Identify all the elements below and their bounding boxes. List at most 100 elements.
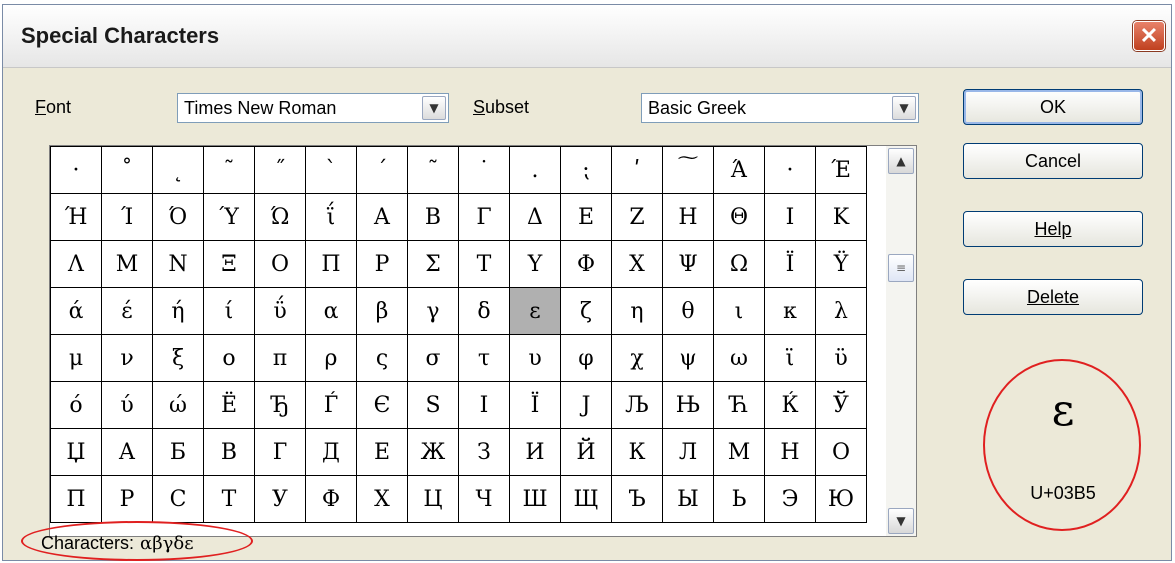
character-cell[interactable]: Ϋ — [815, 240, 867, 288]
character-cell[interactable]: Ζ — [611, 193, 663, 241]
character-cell[interactable]: Φ — [560, 240, 612, 288]
character-cell[interactable]: Ι — [764, 193, 816, 241]
character-cell[interactable]: Ν — [152, 240, 204, 288]
character-cell[interactable]: Σ — [407, 240, 459, 288]
character-cell[interactable]: ω — [713, 334, 765, 382]
character-cell[interactable]: Ы — [662, 475, 714, 523]
character-cell[interactable]: Ρ — [356, 240, 408, 288]
character-cell[interactable]: Π — [305, 240, 357, 288]
character-cell[interactable]: ρ — [305, 334, 357, 382]
character-cell[interactable]: Δ — [509, 193, 561, 241]
character-cell[interactable]: Β — [407, 193, 459, 241]
character-cell[interactable]: Н — [764, 428, 816, 476]
character-cell[interactable]: ˜ — [203, 146, 255, 194]
character-cell[interactable]: Γ — [458, 193, 510, 241]
character-cell[interactable]: ˊ — [356, 146, 408, 194]
character-cell[interactable]: υ — [509, 334, 561, 382]
character-cell[interactable]: ͠ — [662, 146, 714, 194]
character-cell[interactable]: Ѓ — [305, 381, 357, 429]
character-cell[interactable]: Ë — [203, 381, 255, 429]
font-select[interactable]: Times New Roman ▼ — [177, 93, 449, 123]
character-cell[interactable]: J — [560, 381, 612, 429]
ok-button[interactable]: OK — [963, 89, 1143, 125]
arrow-up-icon[interactable]: ▲ — [888, 148, 914, 174]
character-cell[interactable]: Ξ — [203, 240, 255, 288]
character-cell[interactable]: Ћ — [713, 381, 765, 429]
character-cell[interactable]: ό — [50, 381, 102, 429]
character-cell[interactable]: ϊ — [764, 334, 816, 382]
character-cell[interactable]: Ό — [152, 193, 204, 241]
character-cell[interactable]: О — [815, 428, 867, 476]
character-cell[interactable]: · — [50, 146, 102, 194]
character-cell[interactable]: έ — [101, 287, 153, 335]
character-cell[interactable]: Ф — [305, 475, 357, 523]
character-cell[interactable]: ί — [203, 287, 255, 335]
character-cell[interactable]: Ί — [101, 193, 153, 241]
character-cell[interactable]: ι — [713, 287, 765, 335]
character-cell[interactable]: Т — [203, 475, 255, 523]
character-cell[interactable]: η — [611, 287, 663, 335]
character-cell[interactable]: ˝ — [254, 146, 306, 194]
character-cell[interactable]: σ — [407, 334, 459, 382]
character-cell[interactable]: S — [407, 381, 459, 429]
character-cell[interactable]: ς — [356, 334, 408, 382]
character-cell[interactable]: Г — [254, 428, 306, 476]
character-cell[interactable]: Ω — [713, 240, 765, 288]
character-cell[interactable]: I — [458, 381, 510, 429]
character-cell[interactable]: ʹ — [611, 146, 663, 194]
character-cell[interactable]: ώ — [152, 381, 204, 429]
character-cell[interactable]: β — [356, 287, 408, 335]
character-cell[interactable]: ά — [50, 287, 102, 335]
character-cell[interactable]: Ψ — [662, 240, 714, 288]
character-cell[interactable]: Х — [356, 475, 408, 523]
character-cell[interactable]: Ш — [509, 475, 561, 523]
character-cell[interactable]: Ώ — [254, 193, 306, 241]
character-cell[interactable]: ψ — [662, 334, 714, 382]
chevron-down-icon[interactable]: ▼ — [422, 96, 446, 120]
delete-button[interactable]: Delete — [963, 279, 1143, 315]
arrow-down-icon[interactable]: ▼ — [888, 508, 914, 534]
character-cell[interactable]: δ — [458, 287, 510, 335]
character-cell[interactable]: Ц — [407, 475, 459, 523]
character-cell[interactable]: Р — [101, 475, 153, 523]
character-cell[interactable]: Л — [662, 428, 714, 476]
character-cell[interactable]: С — [152, 475, 204, 523]
character-cell[interactable]: Д — [305, 428, 357, 476]
character-cell[interactable]: Α — [356, 193, 408, 241]
character-cell[interactable]: μ — [50, 334, 102, 382]
character-cell[interactable]: ⁏ — [560, 146, 612, 194]
character-cell[interactable]: ο — [203, 334, 255, 382]
character-cell[interactable]: ˛ — [152, 146, 204, 194]
character-cell[interactable]: ΐ — [305, 193, 357, 241]
character-cell[interactable]: М — [713, 428, 765, 476]
character-cell[interactable]: Љ — [611, 381, 663, 429]
character-cell[interactable]: Ï — [509, 381, 561, 429]
character-cell[interactable]: И — [509, 428, 561, 476]
character-cell[interactable]: ζ — [560, 287, 612, 335]
character-cell[interactable]: Κ — [815, 193, 867, 241]
character-cell[interactable]: ϋ — [815, 334, 867, 382]
character-cell[interactable]: α — [305, 287, 357, 335]
character-cell[interactable]: ύ — [101, 381, 153, 429]
character-cell[interactable]: Ο — [254, 240, 306, 288]
help-button[interactable]: Help — [963, 211, 1143, 247]
cancel-button[interactable]: Cancel — [963, 143, 1143, 179]
character-cell[interactable]: Є — [356, 381, 408, 429]
character-cell[interactable]: Щ — [560, 475, 612, 523]
character-cell[interactable]: Ή — [50, 193, 102, 241]
character-cell[interactable]: Ю — [815, 475, 867, 523]
character-cell[interactable]: З — [458, 428, 510, 476]
character-cell[interactable]: Τ — [458, 240, 510, 288]
character-cell[interactable]: Έ — [815, 146, 867, 194]
grid-scrollbar[interactable]: ▲ ≡ ▼ — [886, 146, 916, 536]
character-cell[interactable]: Ќ — [764, 381, 816, 429]
character-cell[interactable]: У — [254, 475, 306, 523]
character-cell[interactable]: ξ — [152, 334, 204, 382]
character-cell[interactable]: К — [611, 428, 663, 476]
character-cell[interactable]: φ — [560, 334, 612, 382]
character-cell[interactable]: Ў — [815, 381, 867, 429]
character-cell[interactable]: . — [509, 146, 561, 194]
character-cell[interactable]: ΰ — [254, 287, 306, 335]
close-icon[interactable]: ✕ — [1133, 21, 1165, 51]
character-cell[interactable]: Џ — [50, 428, 102, 476]
